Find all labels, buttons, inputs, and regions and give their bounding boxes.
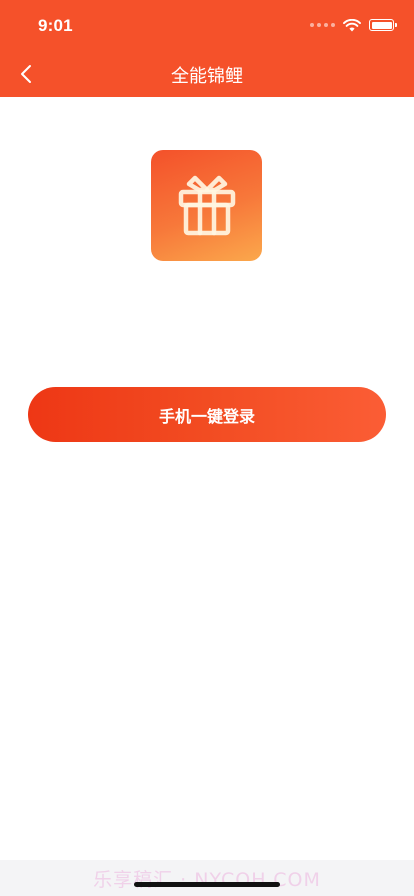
home-indicator[interactable] [134, 882, 280, 887]
app-logo [151, 150, 262, 261]
one-click-login-button[interactable]: 手机一键登录 [28, 387, 386, 442]
status-time: 9:01 [38, 16, 73, 35]
status-icons [310, 17, 397, 33]
wifi-icon [343, 18, 361, 31]
bottom-strip: 乐享稿汇 · NYCOH.COM [0, 860, 414, 896]
header-bar: 9:01 全能锦鲤 [0, 0, 414, 97]
watermark: 乐享稿汇 · NYCOH.COM [93, 869, 321, 891]
login-screen: 9:01 全能锦鲤 手机一键登录 乐享稿汇 · NYCOH.COM [0, 0, 414, 896]
signal-dots-icon [310, 23, 335, 27]
gift-icon [178, 175, 235, 235]
battery-icon [369, 19, 397, 31]
page-title: 全能锦鲤 [171, 66, 243, 87]
